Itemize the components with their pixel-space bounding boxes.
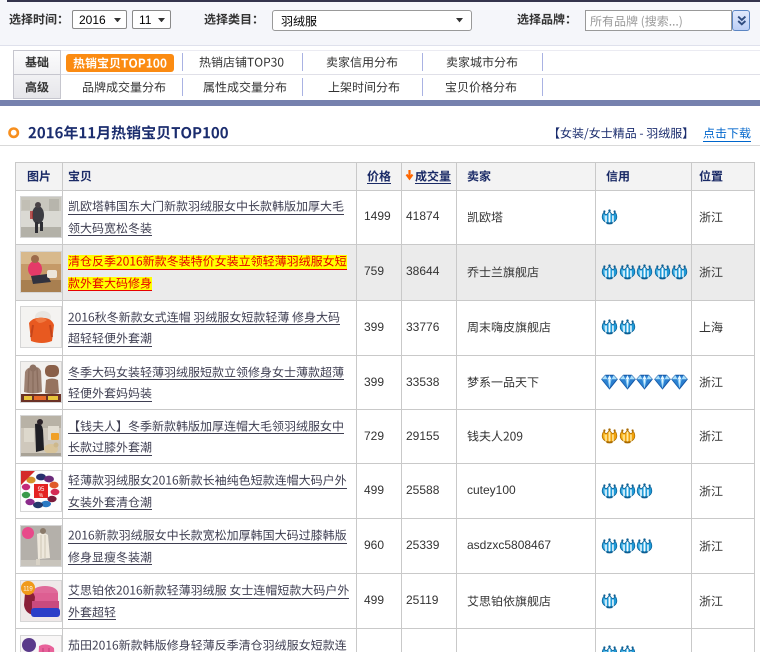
svg-text:%: % — [38, 493, 43, 499]
svg-text:119: 119 — [23, 586, 33, 592]
